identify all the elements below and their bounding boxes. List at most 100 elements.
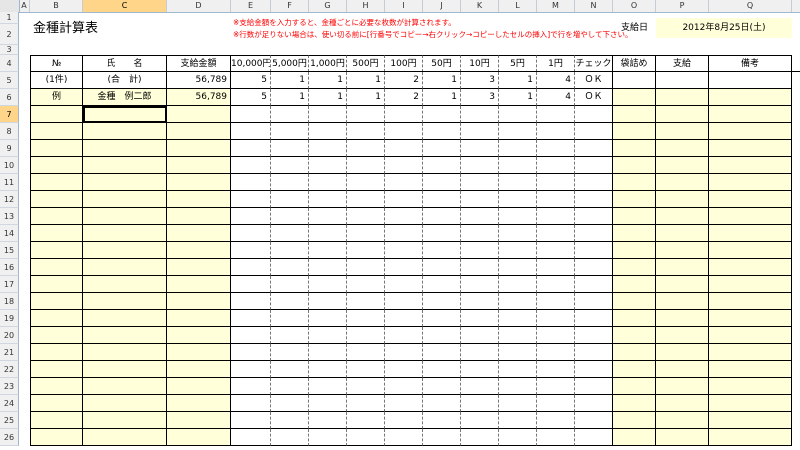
data-row-12-cell-b[interactable]	[30, 191, 83, 208]
data-row-23-cell-h[interactable]	[347, 378, 385, 395]
total-row-cell-g[interactable]: 1	[309, 72, 347, 89]
data-row-18-cell-g[interactable]	[309, 293, 347, 310]
data-row-19-cell-k[interactable]	[461, 310, 499, 327]
total-row-cell-h[interactable]: 1	[347, 72, 385, 89]
example-row-cell-b[interactable]: 例	[30, 89, 83, 106]
data-row-22-cell-b[interactable]	[30, 361, 83, 378]
data-row-22-cell-o[interactable]	[613, 361, 656, 378]
data-row-16-cell-m[interactable]	[537, 259, 575, 276]
data-row-10-cell-m[interactable]	[537, 157, 575, 174]
data-row-8-cell-q[interactable]	[709, 123, 792, 140]
column-header-n[interactable]: N	[575, 0, 613, 12]
data-row-10-cell-p[interactable]	[656, 157, 709, 174]
data-row-23-cell-j[interactable]	[423, 378, 461, 395]
data-row-21-cell-b[interactable]	[30, 344, 83, 361]
data-row-15-cell-m[interactable]	[537, 242, 575, 259]
header-row-cell-c[interactable]: 氏 名	[83, 55, 167, 72]
data-row-15-cell-q[interactable]	[709, 242, 792, 259]
data-row-25-cell-c[interactable]	[83, 412, 167, 429]
data-row-22-cell-l[interactable]	[499, 361, 537, 378]
column-header-i[interactable]: I	[385, 0, 423, 12]
data-row-22-cell-d[interactable]	[167, 361, 231, 378]
header-row-cell-m[interactable]: 1円	[537, 55, 575, 72]
example-row-cell-c[interactable]: 金種 例二郎	[83, 89, 167, 106]
data-row-23-cell-i[interactable]	[385, 378, 423, 395]
data-row-25-cell-m[interactable]	[537, 412, 575, 429]
data-row-23-cell-q[interactable]	[709, 378, 792, 395]
data-row-24-cell-d[interactable]	[167, 395, 231, 412]
data-row-21-cell-o[interactable]	[613, 344, 656, 361]
data-row-23-cell-k[interactable]	[461, 378, 499, 395]
data-row-11-cell-l[interactable]	[499, 174, 537, 191]
data-row-19-cell-h[interactable]	[347, 310, 385, 327]
data-row-12-cell-f[interactable]	[271, 191, 309, 208]
data-row-17-cell-m[interactable]	[537, 276, 575, 293]
data-row-18-cell-j[interactable]	[423, 293, 461, 310]
data-row-18-cell-l[interactable]	[499, 293, 537, 310]
data-row-7-cell-q[interactable]	[709, 106, 792, 123]
data-row-26-cell-c[interactable]	[83, 429, 167, 446]
data-row-24-cell-n[interactable]	[575, 395, 613, 412]
data-row-11-cell-k[interactable]	[461, 174, 499, 191]
example-row-cell-h[interactable]: 1	[347, 89, 385, 106]
data-row-24-cell-k[interactable]	[461, 395, 499, 412]
data-row-12-cell-d[interactable]	[167, 191, 231, 208]
data-row-11-cell-p[interactable]	[656, 174, 709, 191]
data-row-19-cell-b[interactable]	[30, 310, 83, 327]
data-row-16-cell-j[interactable]	[423, 259, 461, 276]
data-row-17-cell-g[interactable]	[309, 276, 347, 293]
header-row-cell-n[interactable]: チェック	[575, 55, 613, 72]
data-row-14-cell-b[interactable]	[30, 225, 83, 242]
data-row-14-cell-o[interactable]	[613, 225, 656, 242]
header-row-cell-h[interactable]: 500円	[347, 55, 385, 72]
data-row-17-cell-j[interactable]	[423, 276, 461, 293]
total-row-cell-b[interactable]: (1件)	[30, 72, 83, 89]
data-row-18-cell-b[interactable]	[30, 293, 83, 310]
data-row-20-cell-c[interactable]	[83, 327, 167, 344]
data-row-25-cell-d[interactable]	[167, 412, 231, 429]
row-header-23[interactable]: 23	[0, 378, 19, 395]
data-row-13-cell-c[interactable]	[83, 208, 167, 225]
data-row-12-cell-q[interactable]	[709, 191, 792, 208]
data-row-7-cell-k[interactable]	[461, 106, 499, 123]
data-row-20-cell-l[interactable]	[499, 327, 537, 344]
data-row-14-cell-q[interactable]	[709, 225, 792, 242]
data-row-21-cell-k[interactable]	[461, 344, 499, 361]
total-row-cell-p[interactable]	[656, 72, 709, 89]
data-row-17-cell-b[interactable]	[30, 276, 83, 293]
data-row-16-cell-o[interactable]	[613, 259, 656, 276]
header-row-cell-e[interactable]: 10,000円	[231, 55, 271, 72]
total-row-cell-o[interactable]	[613, 72, 656, 89]
data-row-22-cell-f[interactable]	[271, 361, 309, 378]
example-row-cell-g[interactable]: 1	[309, 89, 347, 106]
data-row-21-cell-i[interactable]	[385, 344, 423, 361]
row-header-13[interactable]: 13	[0, 208, 19, 225]
data-row-24-cell-e[interactable]	[231, 395, 271, 412]
data-row-7-cell-l[interactable]	[499, 106, 537, 123]
data-row-23-cell-c[interactable]	[83, 378, 167, 395]
data-row-21-cell-c[interactable]	[83, 344, 167, 361]
data-row-18-cell-c[interactable]	[83, 293, 167, 310]
data-row-13-cell-n[interactable]	[575, 208, 613, 225]
data-row-11-cell-c[interactable]	[83, 174, 167, 191]
column-header-p[interactable]: P	[656, 0, 709, 12]
data-row-26-cell-n[interactable]	[575, 429, 613, 446]
data-row-12-cell-e[interactable]	[231, 191, 271, 208]
data-row-15-cell-h[interactable]	[347, 242, 385, 259]
data-row-23-cell-p[interactable]	[656, 378, 709, 395]
data-row-20-cell-d[interactable]	[167, 327, 231, 344]
select-all-corner[interactable]	[0, 0, 20, 12]
data-row-19-cell-c[interactable]	[83, 310, 167, 327]
total-row-cell-i[interactable]: 2	[385, 72, 423, 89]
data-row-17-cell-f[interactable]	[271, 276, 309, 293]
total-row-cell-d[interactable]: 56,789	[167, 72, 231, 89]
data-row-7-cell-e[interactable]	[231, 106, 271, 123]
data-row-9-cell-j[interactable]	[423, 140, 461, 157]
column-header-g[interactable]: G	[309, 0, 347, 12]
data-row-17-cell-k[interactable]	[461, 276, 499, 293]
data-row-21-cell-d[interactable]	[167, 344, 231, 361]
data-row-15-cell-l[interactable]	[499, 242, 537, 259]
data-row-20-cell-j[interactable]	[423, 327, 461, 344]
data-row-22-cell-m[interactable]	[537, 361, 575, 378]
row-header-6[interactable]: 6	[0, 89, 19, 106]
